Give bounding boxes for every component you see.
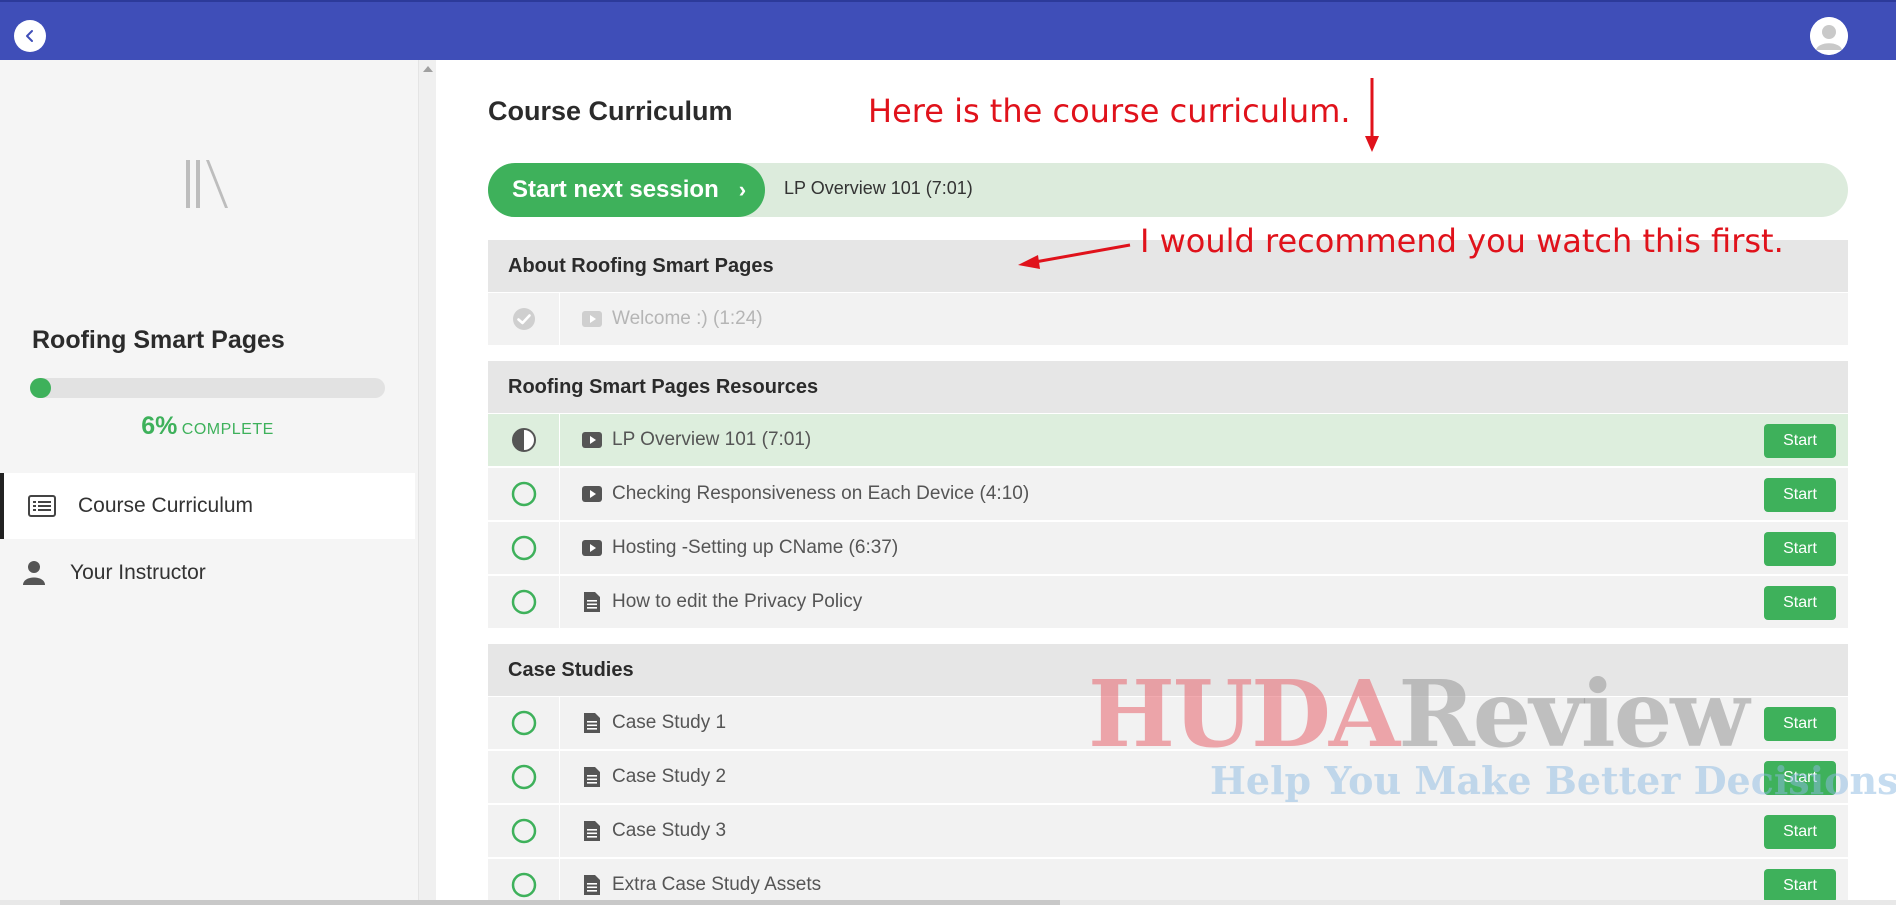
start-button[interactable]: Start xyxy=(1764,586,1836,620)
lesson-title: Welcome :) (1:24) xyxy=(612,308,763,329)
lesson-title: Hosting -Setting up CName (6:37) xyxy=(612,537,899,558)
section-header: Roofing Smart Pages Resources xyxy=(488,361,1848,413)
empty-circle-icon xyxy=(511,589,536,615)
lesson-title: Case Study 3 xyxy=(612,820,727,841)
lesson-row[interactable]: Checking Responsiveness on Each Device (… xyxy=(488,467,1848,521)
watermark-part-a: HUDA xyxy=(1088,660,1400,768)
empty-circle-icon xyxy=(511,764,536,790)
nav-label: Course Curriculum xyxy=(78,494,254,517)
chevron-left-icon xyxy=(26,30,33,42)
start-button[interactable]: Start xyxy=(1764,815,1836,849)
page-title: Course Curriculum xyxy=(488,96,733,126)
top-bar xyxy=(0,0,1896,60)
lesson-status xyxy=(488,292,560,346)
half-circle-icon xyxy=(511,428,536,452)
document-icon xyxy=(582,592,602,612)
sidebar: Roofing Smart Pages 6% COMPLETE Course C… xyxy=(0,60,418,905)
empty-circle-icon xyxy=(511,710,536,736)
progress-label: 6% COMPLETE xyxy=(30,412,385,441)
lesson-row[interactable]: Case Study 3 Start xyxy=(488,804,1848,858)
progress-fill xyxy=(30,378,52,398)
user-avatar-icon xyxy=(1810,17,1848,55)
chevron-right-icon: › xyxy=(738,177,747,202)
start-button[interactable]: Start xyxy=(1764,869,1836,903)
start-next-session-button[interactable]: Start next session › xyxy=(488,163,765,217)
nav-your-instructor[interactable]: Your Instructor xyxy=(0,540,415,606)
lesson-row[interactable]: Welcome :) (1:24) xyxy=(488,292,1848,346)
lesson-row[interactable]: LP Overview 101 (7:01) Start xyxy=(488,413,1848,467)
next-session-bar: Start next session › LP Overview 101 (7:… xyxy=(488,163,1848,217)
lesson-title: How to edit the Privacy Policy xyxy=(612,591,863,612)
watermark-tagline: Help You Make Better Decisions xyxy=(1210,758,1896,803)
lesson-row[interactable]: How to edit the Privacy Policy Start xyxy=(488,575,1848,629)
document-icon xyxy=(582,875,602,895)
lesson-status xyxy=(488,413,560,467)
lesson-status xyxy=(488,521,560,575)
video-icon xyxy=(582,430,602,450)
lesson-status xyxy=(488,575,560,629)
lesson-title: LP Overview 101 (7:01) xyxy=(612,429,812,450)
annotation-note-1: Here is the course curriculum. xyxy=(868,92,1351,130)
start-button[interactable]: Start xyxy=(1764,532,1836,566)
horizontal-scrollbar[interactable] xyxy=(0,900,1896,905)
lesson-title: Checking Responsiveness on Each Device (… xyxy=(612,483,1030,504)
progress-percent: 6% xyxy=(141,412,178,440)
progress-bar xyxy=(30,378,385,398)
scroll-up-arrow-icon[interactable] xyxy=(423,66,433,72)
video-icon xyxy=(582,538,602,558)
empty-circle-icon xyxy=(511,872,536,898)
user-avatar[interactable] xyxy=(1810,17,1848,55)
lesson-row[interactable]: Hosting -Setting up CName (6:37) Start xyxy=(488,521,1848,575)
lesson-status xyxy=(488,858,560,905)
scrollbar-thumb[interactable] xyxy=(60,900,1060,905)
video-icon xyxy=(582,309,602,329)
next-session-lesson: LP Overview 101 (7:01) xyxy=(784,178,973,198)
person-icon xyxy=(18,560,50,586)
document-icon xyxy=(582,713,602,733)
document-icon xyxy=(582,767,602,787)
lesson-status xyxy=(488,467,560,521)
lesson-title: Extra Case Study Assets xyxy=(612,874,822,895)
sidebar-scrollbar[interactable] xyxy=(418,60,436,905)
watermark-part-b: Review xyxy=(1398,660,1749,768)
back-button[interactable] xyxy=(14,20,46,52)
lesson-title: Case Study 1 xyxy=(612,712,727,733)
list-icon xyxy=(26,493,58,519)
nav-course-curriculum[interactable]: Course Curriculum xyxy=(0,473,415,539)
annotation-note-2: I would recommend you watch this first. xyxy=(1140,222,1784,260)
empty-circle-icon xyxy=(511,535,536,561)
empty-circle-icon xyxy=(511,818,536,844)
lesson-title: Case Study 2 xyxy=(612,766,727,787)
empty-circle-icon xyxy=(511,481,536,507)
document-icon xyxy=(582,821,602,841)
start-button[interactable]: Start xyxy=(1764,707,1836,741)
start-button[interactable]: Start xyxy=(1764,424,1836,458)
course-title: Roofing Smart Pages xyxy=(32,326,285,354)
start-button[interactable]: Start xyxy=(1764,478,1836,512)
check-circle-icon xyxy=(512,308,535,330)
nav-label: Your Instructor xyxy=(70,561,206,584)
lesson-status xyxy=(488,696,560,750)
lesson-status xyxy=(488,750,560,804)
progress-complete-label: COMPLETE xyxy=(181,421,274,438)
video-icon xyxy=(582,484,602,504)
start-next-session-label: Start next session xyxy=(512,176,719,203)
lesson-status xyxy=(488,804,560,858)
library-icon xyxy=(180,150,240,220)
watermark-logo: HUDAReview xyxy=(1088,668,1749,760)
lesson-row[interactable]: Extra Case Study Assets Start xyxy=(488,858,1848,905)
